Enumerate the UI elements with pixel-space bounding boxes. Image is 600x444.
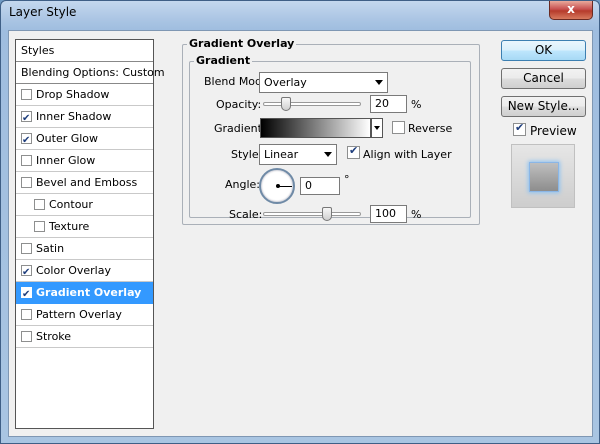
styles-header-label: Styles bbox=[21, 44, 55, 57]
opacity-percent: % bbox=[411, 98, 422, 111]
align-with-layer-label: Align with Layer bbox=[363, 148, 452, 161]
style-item-texture[interactable]: Texture bbox=[16, 216, 153, 238]
opacity-value: 20 bbox=[375, 97, 389, 110]
style-item-checkbox[interactable] bbox=[34, 221, 45, 232]
style-item-checkbox[interactable] bbox=[21, 284, 32, 305]
angle-value: 0 bbox=[305, 179, 312, 192]
style-item-checkbox[interactable] bbox=[21, 331, 32, 342]
scale-slider-track[interactable] bbox=[263, 212, 361, 216]
style-item-satin[interactable]: Satin bbox=[16, 238, 153, 260]
angle-label: Angle: bbox=[225, 178, 261, 191]
cancel-button-label: Cancel bbox=[523, 71, 564, 85]
layer-style-window: Layer Style x Styles Blending Options: C… bbox=[0, 0, 600, 444]
title-bar[interactable]: Layer Style x bbox=[1, 1, 599, 27]
blending-options-item[interactable]: Blending Options: Custom bbox=[16, 62, 165, 84]
style-item-label: Bevel and Emboss bbox=[36, 176, 138, 189]
style-item-stroke[interactable]: Stroke bbox=[16, 326, 153, 348]
gradient-subgroup: Gradient Blend Mode: Overlay Opacity: 20… bbox=[189, 54, 471, 223]
style-item-outer-glow[interactable]: Outer Glow bbox=[16, 128, 153, 151]
scale-slider-thumb[interactable] bbox=[321, 207, 332, 221]
style-item-inner-shadow[interactable]: Inner Shadow bbox=[16, 106, 153, 129]
style-label: Style: bbox=[231, 148, 263, 161]
gradient-overlay-group: Gradient Overlay Gradient Blend Mode: Ov… bbox=[182, 37, 480, 225]
gradient-dropdown-button[interactable] bbox=[371, 118, 383, 138]
scale-percent: % bbox=[411, 208, 422, 221]
style-item-contour[interactable]: Contour bbox=[16, 194, 153, 216]
style-item-label: Color Overlay bbox=[36, 264, 111, 277]
style-item-label: Satin bbox=[36, 242, 65, 255]
style-item-checkbox[interactable] bbox=[21, 130, 32, 151]
new-style-button[interactable]: New Style... bbox=[501, 96, 586, 117]
style-item-checkbox[interactable] bbox=[21, 155, 32, 166]
angle-dial-needle bbox=[278, 186, 292, 187]
dialog-body: Styles Blending Options: Custom Drop Sha… bbox=[8, 30, 593, 437]
style-item-label: Inner Shadow bbox=[36, 110, 112, 123]
style-item-checkbox[interactable] bbox=[21, 108, 32, 129]
reverse-checkbox[interactable] bbox=[392, 121, 405, 134]
style-item-checkbox[interactable] bbox=[21, 309, 32, 320]
opacity-slider-thumb[interactable] bbox=[280, 97, 291, 111]
new-style-button-label: New Style... bbox=[507, 99, 580, 113]
blending-options-label: Blending Options: Custom bbox=[21, 66, 165, 79]
close-icon: x bbox=[567, 2, 575, 16]
style-item-bevel-and-emboss[interactable]: Bevel and Emboss bbox=[16, 172, 153, 194]
opacity-label: Opacity: bbox=[216, 98, 262, 111]
ok-button[interactable]: OK bbox=[501, 40, 586, 61]
blend-mode-select[interactable]: Overlay bbox=[259, 72, 388, 93]
close-button[interactable]: x bbox=[549, 1, 593, 20]
style-item-label: Contour bbox=[49, 198, 93, 211]
style-item-inner-glow[interactable]: Inner Glow bbox=[16, 150, 153, 172]
gradient-subgroup-title: Gradient bbox=[194, 54, 253, 67]
style-item-checkbox[interactable] bbox=[21, 89, 32, 100]
degree-symbol: ° bbox=[344, 173, 350, 186]
preview-label: Preview bbox=[530, 124, 577, 138]
style-select[interactable]: Linear bbox=[259, 144, 337, 165]
style-item-label: Stroke bbox=[36, 330, 72, 343]
style-item-color-overlay[interactable]: Color Overlay bbox=[16, 260, 153, 283]
style-item-checkbox[interactable] bbox=[21, 177, 32, 188]
cancel-button[interactable]: Cancel bbox=[501, 68, 586, 89]
chevron-down-icon bbox=[375, 80, 383, 85]
opacity-slider-track[interactable] bbox=[263, 102, 361, 106]
style-value: Linear bbox=[264, 148, 299, 161]
style-item-gradient-overlay[interactable]: Gradient Overlay bbox=[16, 282, 153, 305]
align-with-layer-checkbox[interactable] bbox=[347, 144, 360, 159]
style-item-label: Drop Shadow bbox=[36, 88, 110, 101]
reverse-label: Reverse bbox=[408, 122, 453, 135]
opacity-input[interactable]: 20 bbox=[370, 95, 407, 113]
styles-list: Styles Blending Options: Custom Drop Sha… bbox=[15, 39, 165, 429]
style-preview-thumbnail bbox=[511, 144, 575, 208]
style-item-label: Inner Glow bbox=[36, 154, 96, 167]
angle-input[interactable]: 0 bbox=[300, 177, 340, 195]
blend-mode-value: Overlay bbox=[264, 76, 307, 89]
scale-input[interactable]: 100 bbox=[370, 205, 407, 223]
gradient-label: Gradient: bbox=[214, 122, 266, 135]
style-item-pattern-overlay[interactable]: Pattern Overlay bbox=[16, 304, 153, 326]
preview-swatch bbox=[529, 162, 559, 192]
style-item-checkbox[interactable] bbox=[34, 199, 45, 210]
style-item-drop-shadow[interactable]: Drop Shadow bbox=[16, 84, 153, 106]
chevron-down-icon bbox=[324, 152, 332, 157]
ok-button-label: OK bbox=[534, 43, 553, 57]
style-item-label: Outer Glow bbox=[36, 132, 99, 145]
gradient-picker-swatch[interactable] bbox=[260, 118, 371, 138]
preview-checkbox[interactable] bbox=[513, 121, 526, 136]
scale-label: Scale: bbox=[229, 208, 263, 221]
style-item-label: Pattern Overlay bbox=[36, 308, 122, 321]
style-item-label: Gradient Overlay bbox=[36, 286, 142, 299]
styles-header[interactable]: Styles bbox=[16, 40, 153, 62]
angle-dial[interactable] bbox=[259, 168, 295, 204]
style-item-label: Texture bbox=[49, 220, 90, 233]
gradient-overlay-title: Gradient Overlay bbox=[187, 37, 297, 50]
style-item-checkbox[interactable] bbox=[21, 262, 32, 283]
scale-value: 100 bbox=[375, 207, 396, 220]
style-item-checkbox[interactable] bbox=[21, 243, 32, 254]
window-title: Layer Style bbox=[9, 5, 77, 19]
